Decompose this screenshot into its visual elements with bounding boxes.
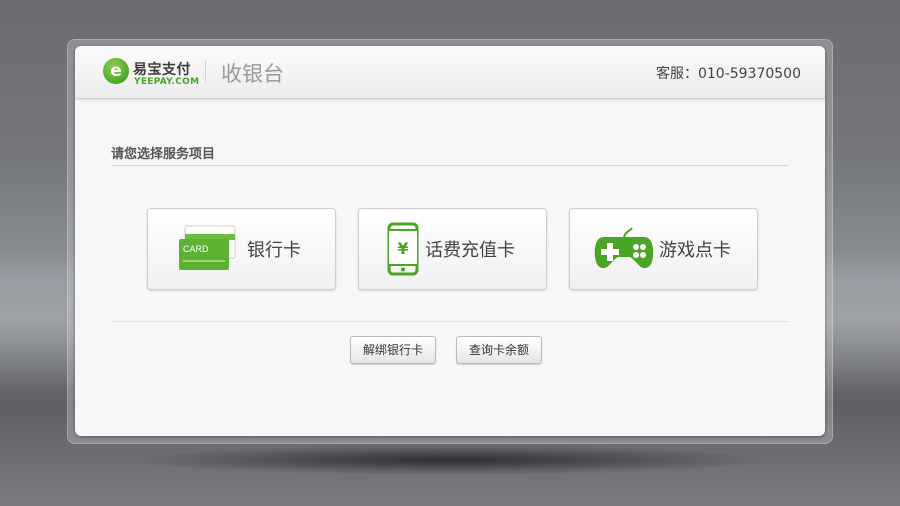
mobile-phone-icon: ¥	[387, 222, 419, 276]
logo-cn: 易宝支付	[133, 62, 191, 78]
bank-card-icon: CARD	[179, 225, 236, 270]
service-bank-card[interactable]: CARD 银行卡	[147, 208, 336, 290]
yeepay-logo: e 易宝支付 YEEPAY.COM	[103, 58, 199, 88]
cashier-panel: e 易宝支付 YEEPAY.COM 收银台 客服：010-59370500 请您…	[75, 46, 825, 436]
section-label: 请您选择服务项目	[111, 147, 216, 162]
header-separator	[205, 60, 206, 82]
card-icon-text: CARD	[183, 244, 209, 254]
service-label: 话费充值卡	[425, 240, 515, 261]
logo-en: YEEPAY.COM	[134, 77, 200, 87]
unbind-bank-card-button[interactable]: 解绑银行卡	[350, 336, 437, 364]
yuan-glyph: ¥	[397, 239, 408, 258]
page-title: 收银台	[221, 62, 284, 86]
header: e 易宝支付 YEEPAY.COM 收银台 客服：010-59370500	[75, 46, 825, 99]
service-label: 银行卡	[247, 240, 301, 261]
section-rule	[111, 165, 789, 166]
customer-service: 客服：010-59370500	[655, 66, 801, 82]
gamepad-icon	[594, 227, 654, 269]
service-game-card[interactable]: 游戏点卡	[569, 208, 758, 290]
divider	[111, 321, 789, 322]
check-balance-button[interactable]: 查询卡余额	[456, 336, 543, 364]
service-label: 游戏点卡	[659, 240, 731, 261]
logo-e-mark: e	[110, 61, 122, 81]
panel-shadow	[130, 445, 770, 475]
service-mobile-recharge[interactable]: ¥ 话费充值卡	[358, 208, 547, 290]
